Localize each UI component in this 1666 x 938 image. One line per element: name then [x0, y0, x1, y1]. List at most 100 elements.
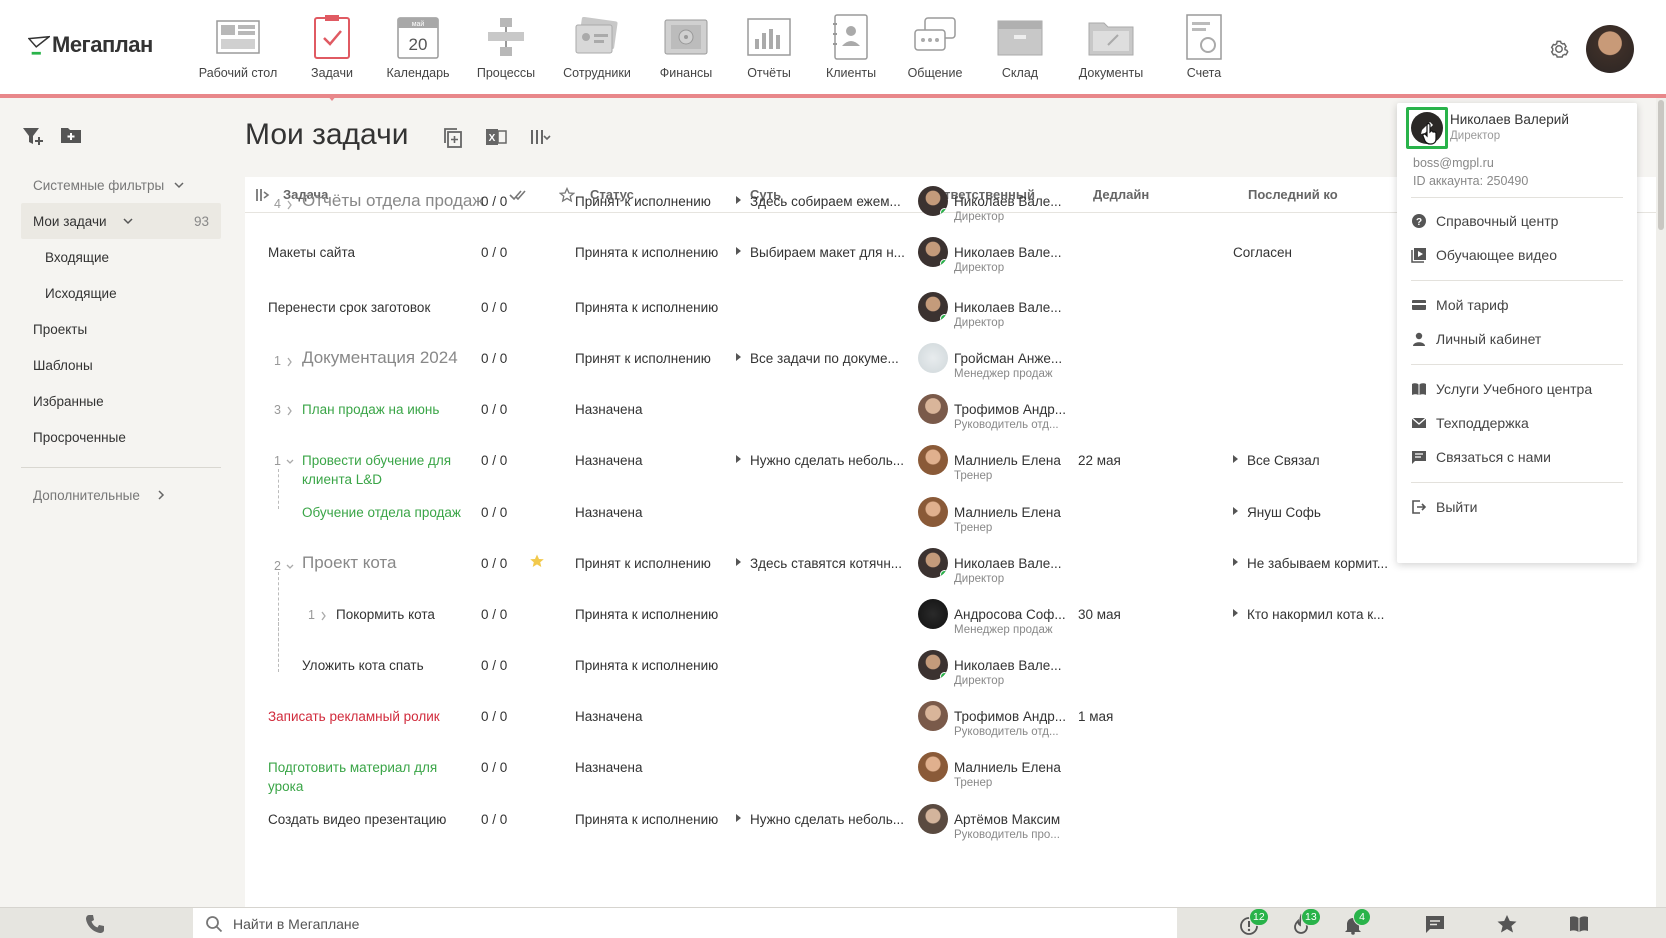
task-essence[interactable]: Нужно сделать неболь...	[736, 453, 904, 468]
task-title[interactable]: Обучение отдела продаж	[302, 505, 461, 520]
task-essence[interactable]: Все задачи по докуме...	[736, 351, 899, 366]
responsible-person[interactable]: Малниель Елена Тренер	[954, 760, 1061, 789]
task-title-line2[interactable]: урока	[268, 779, 303, 794]
responsible-avatar[interactable]	[918, 650, 948, 680]
menu-contact-us[interactable]: Связаться с нами	[1411, 449, 1551, 465]
sidebar-item-templates[interactable]: Шаблоны	[21, 347, 221, 383]
star-icon[interactable]	[1496, 913, 1518, 935]
settings-gear-icon[interactable]	[1548, 38, 1570, 60]
column-deadline[interactable]: Дедлайн	[1093, 187, 1149, 202]
task-title[interactable]: Перенести срок заготовок	[268, 300, 430, 315]
last-comment[interactable]: Согласен	[1233, 245, 1292, 260]
task-title[interactable]: Проект кота	[302, 553, 396, 573]
hot-button[interactable]: 13	[1290, 908, 1321, 935]
sidebar-item-favorites[interactable]: Избранные	[21, 383, 221, 419]
menu-training-center[interactable]: Услуги Учебного центра	[1411, 381, 1592, 397]
task-essence[interactable]: Выбираем макет для н...	[736, 245, 905, 260]
nav-employees[interactable]: Сотрудники	[547, 12, 647, 80]
global-search[interactable]	[193, 908, 1177, 938]
task-title[interactable]: План продаж на июнь	[302, 402, 439, 417]
responsible-avatar[interactable]	[918, 804, 948, 834]
column-last-comment[interactable]: Последний ко	[1248, 187, 1338, 202]
sidebar-item-overdue[interactable]: Просроченные	[21, 419, 221, 455]
sidebar-item-my-tasks[interactable]: Мои задачи 93	[21, 203, 221, 239]
responsible-avatar[interactable]	[918, 701, 948, 731]
responsible-person[interactable]: Николаев Вале... Директор	[954, 300, 1062, 329]
nav-calendar[interactable]: май 20 Календарь	[368, 12, 468, 80]
responsible-avatar[interactable]	[918, 237, 948, 267]
scrollbar-thumb[interactable]	[1658, 100, 1664, 230]
task-title[interactable]: Покормить кота	[336, 607, 435, 622]
responsible-person[interactable]: Николаев Вале... Директор	[954, 556, 1062, 585]
star-outline-icon[interactable]	[559, 187, 575, 203]
nav-documents[interactable]: Документы	[1061, 12, 1161, 80]
responsible-avatar[interactable]	[918, 548, 948, 578]
knowledge-book-icon[interactable]	[1568, 913, 1590, 935]
chevron-right-icon[interactable]	[286, 200, 294, 210]
chevron-right-icon[interactable]	[320, 611, 328, 621]
chevron-down-icon[interactable]	[286, 457, 294, 467]
responsible-person[interactable]: Николаев Вале... Директор	[954, 658, 1062, 687]
responsible-person[interactable]: Трофимов Андр... Руководитель отд...	[954, 402, 1066, 431]
task-title[interactable]: Отчёты отдела продаж	[302, 191, 484, 211]
chevron-right-icon[interactable]	[286, 357, 294, 367]
task-title[interactable]: Макеты сайта	[268, 245, 355, 260]
nav-desktop[interactable]: Рабочий стол	[188, 12, 288, 80]
task-title[interactable]: Подготовить материал для	[268, 760, 437, 775]
responsible-avatar[interactable]	[918, 394, 948, 424]
responsible-person[interactable]: Артёмов Максим Руководитель про...	[954, 812, 1060, 841]
responsible-avatar[interactable]	[918, 497, 948, 527]
notifications-button[interactable]: 4	[1342, 908, 1371, 935]
menu-help-center[interactable]: ? Справочный центр	[1411, 213, 1558, 229]
sidebar-item-projects[interactable]: Проекты	[21, 311, 221, 347]
nav-invoices[interactable]: Счета	[1154, 12, 1254, 80]
responsible-avatar[interactable]	[918, 599, 948, 629]
logo[interactable]: Мегаплан	[28, 32, 153, 58]
responsible-person[interactable]: Николаев Вале... Директор	[954, 194, 1062, 223]
task-title[interactable]: Уложить кота спать	[302, 658, 424, 673]
star-filled-icon[interactable]	[529, 553, 545, 569]
responsible-avatar[interactable]	[918, 343, 948, 373]
search-input[interactable]	[233, 915, 1133, 932]
responsible-person[interactable]: Гройсман Анже... Менеджер продаж	[954, 351, 1062, 380]
task-essence[interactable]: Здесь собираем ежем...	[736, 194, 901, 209]
task-title[interactable]: Провести обучение для	[302, 453, 451, 468]
user-avatar[interactable]	[1586, 25, 1634, 73]
chevron-down-icon[interactable]	[286, 562, 294, 572]
nav-tasks[interactable]: Задачи	[282, 12, 382, 80]
folder-add-icon[interactable]	[60, 126, 82, 144]
menu-support[interactable]: Техподдержка	[1411, 415, 1529, 431]
alerts-button[interactable]: 12	[1238, 908, 1269, 935]
filter-add-icon[interactable]	[22, 126, 44, 146]
task-essence[interactable]: Здесь ставятся котячн...	[736, 556, 902, 571]
responsible-person[interactable]: Андросова Соф... Менеджер продаж	[954, 607, 1066, 636]
phone-icon[interactable]	[84, 913, 106, 935]
excel-export-icon[interactable]: X	[485, 127, 507, 147]
responsible-avatar[interactable]	[918, 292, 948, 322]
menu-my-plan[interactable]: Мой тариф	[1411, 297, 1508, 313]
chevron-right-icon[interactable]	[286, 406, 294, 416]
last-comment[interactable]: Все Связал	[1233, 453, 1320, 468]
last-comment[interactable]: Не забываем кормит...	[1233, 556, 1388, 571]
task-title[interactable]: Создать видео презентацию	[268, 812, 446, 827]
copy-icon[interactable]	[443, 127, 463, 149]
last-comment[interactable]: Януш Софь	[1233, 505, 1321, 520]
nav-warehouse[interactable]: Склад	[970, 12, 1070, 80]
responsible-person[interactable]: Трофимов Андр... Руководитель отд...	[954, 709, 1066, 738]
nav-processes[interactable]: Процессы	[456, 12, 556, 80]
menu-training-video[interactable]: Обучающее видео	[1411, 247, 1557, 263]
responsible-avatar[interactable]	[918, 186, 948, 216]
responsible-avatar[interactable]	[918, 752, 948, 782]
sidebar-additional[interactable]: Дополнительные	[21, 480, 221, 510]
responsible-person[interactable]: Николаев Вале... Директор	[954, 245, 1062, 274]
sidebar-item-incoming[interactable]: Входящие	[21, 239, 221, 275]
columns-toggle-icon[interactable]	[255, 188, 271, 202]
responsible-person[interactable]: Малниель Елена Тренер	[954, 453, 1061, 482]
task-essence[interactable]: Нужно сделать неболь...	[736, 812, 904, 827]
sidebar-system-filters[interactable]: Системные фильтры	[21, 170, 221, 200]
task-title[interactable]: Записать рекламный ролик	[268, 709, 440, 724]
chat-bubble-icon[interactable]	[1424, 913, 1446, 935]
task-title[interactable]: Документация 2024	[302, 348, 458, 368]
columns-settings-icon[interactable]	[529, 127, 551, 147]
double-check-icon[interactable]	[509, 189, 527, 201]
